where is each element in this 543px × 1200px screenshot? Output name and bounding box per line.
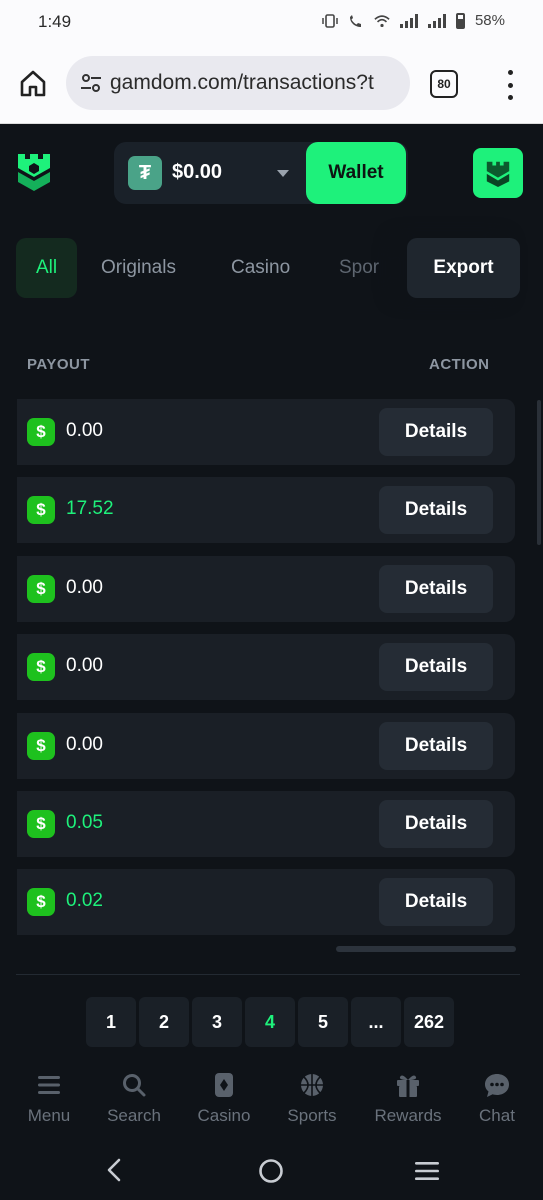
nav-label: Search: [107, 1106, 161, 1125]
address-bar[interactable]: gamdom.com/transactions?t: [66, 56, 410, 110]
page-ellipsis: ...: [351, 997, 401, 1047]
details-button[interactable]: Details: [379, 486, 493, 535]
payout-value: 0.05: [66, 811, 103, 833]
vertical-scrollbar[interactable]: [537, 400, 541, 545]
avatar-icon: [486, 161, 510, 187]
dollar-coin-icon: $: [27, 653, 55, 682]
browser-toolbar: gamdom.com/transactions?t 80: [0, 44, 543, 124]
payout-value: 0.02: [66, 890, 103, 912]
balance-selector[interactable]: ₮ $0.00 Wallet: [114, 142, 408, 204]
back-icon[interactable]: [104, 1158, 124, 1182]
tab-count: 80: [437, 77, 451, 91]
url-text: gamdom.com/transactions?t: [110, 71, 374, 94]
recent-apps-icon[interactable]: [414, 1160, 440, 1182]
nav-sports[interactable]: Sports: [267, 1060, 357, 1136]
gamdom-logo-icon[interactable]: [16, 152, 52, 192]
search-icon: [123, 1074, 146, 1097]
nav-label: Sports: [287, 1106, 337, 1125]
site-header: ₮ $0.00 Wallet: [0, 124, 543, 220]
page-button-1[interactable]: 1: [86, 997, 136, 1047]
profile-button[interactable]: [473, 148, 523, 198]
page-button-2[interactable]: 2: [139, 997, 189, 1047]
table-row: $ 0.00 Details: [17, 712, 515, 779]
nav-search[interactable]: Search: [89, 1060, 179, 1136]
transactions-list: $ 0.00 Details $ 17.52 Details $ 0.00 De…: [17, 399, 515, 948]
chat-icon: [485, 1074, 509, 1097]
divider: [16, 974, 520, 975]
nav-menu[interactable]: Menu: [4, 1060, 94, 1136]
table-row: $ 0.02 Details: [17, 869, 515, 936]
tab-originals[interactable]: Originals: [101, 238, 176, 298]
details-button[interactable]: Details: [379, 408, 493, 456]
wifi-icon: [374, 14, 390, 27]
table-row: $ 0.00 Details: [17, 399, 515, 465]
battery-icon: [455, 12, 465, 29]
bottom-navigation: Menu Search Casino Sports Rewards Chat: [0, 1060, 543, 1136]
page-button-3[interactable]: 3: [192, 997, 242, 1047]
more-options-icon[interactable]: [500, 70, 520, 100]
details-button[interactable]: Details: [379, 799, 493, 848]
details-button[interactable]: Details: [379, 721, 493, 770]
tab-all[interactable]: All: [16, 238, 77, 298]
wallet-button[interactable]: Wallet: [306, 142, 406, 204]
pagination: 1 2 3 4 5 ... 262: [86, 997, 454, 1047]
home-icon[interactable]: [18, 68, 48, 98]
signal-icon: [399, 13, 418, 28]
dollar-coin-icon: $: [27, 496, 55, 525]
tether-icon: ₮: [128, 156, 162, 190]
payout-column-header: PAYOUT: [27, 356, 91, 373]
nav-label: Chat: [479, 1106, 515, 1125]
signal-icon: [427, 13, 446, 28]
details-button[interactable]: Details: [379, 564, 493, 613]
page-button-5[interactable]: 5: [298, 997, 348, 1047]
table-row: $ 17.52 Details: [17, 477, 515, 544]
action-column-header: ACTION: [429, 356, 490, 373]
dollar-coin-icon: $: [27, 809, 55, 838]
status-time: 1:49: [38, 12, 72, 31]
dollar-coin-icon: $: [27, 574, 55, 603]
balance-amount: $0.00: [172, 161, 223, 183]
status-bar: 1:49 58%: [0, 0, 543, 44]
details-button[interactable]: Details: [379, 643, 493, 692]
payout-value: 0.00: [66, 420, 103, 441]
vibrate-icon: [322, 13, 338, 28]
casino-icon: [215, 1073, 233, 1097]
nav-label: Menu: [27, 1106, 71, 1125]
nav-chat[interactable]: Chat: [452, 1060, 542, 1136]
status-icons: 58%: [322, 12, 505, 29]
table-row: $ 0.00 Details: [17, 634, 515, 701]
site-settings-icon[interactable]: [80, 72, 102, 94]
page-button-last[interactable]: 262: [404, 997, 454, 1047]
tab-switcher-button[interactable]: 80: [430, 70, 458, 98]
sports-icon: [301, 1074, 323, 1096]
dollar-coin-icon: $: [27, 418, 55, 446]
nav-rewards[interactable]: Rewards: [363, 1060, 453, 1136]
wifi-call-icon: [349, 14, 361, 27]
transaction-filter-tabs: All Originals Casino Spor Export: [16, 238, 520, 298]
table-row: $ 0.05 Details: [17, 790, 515, 857]
table-row: $ 0.00 Details: [17, 555, 515, 622]
payout-value: 0.00: [66, 576, 103, 598]
payout-value: 0.00: [66, 655, 103, 677]
home-circle-icon[interactable]: [258, 1158, 284, 1184]
payout-value: 0.00: [66, 733, 103, 755]
battery-level: 58%: [474, 12, 505, 29]
payout-value: 17.52: [66, 498, 114, 520]
dollar-coin-icon: $: [27, 731, 55, 760]
chevron-down-icon[interactable]: [277, 170, 289, 177]
system-navigation-bar: [0, 1136, 543, 1200]
nav-label: Rewards: [374, 1106, 442, 1125]
dollar-coin-icon: $: [27, 888, 55, 917]
gift-icon: [397, 1075, 419, 1097]
details-button[interactable]: Details: [379, 878, 493, 927]
page-button-current[interactable]: 4: [245, 997, 295, 1047]
menu-icon: [38, 1076, 60, 1094]
nav-casino[interactable]: Casino: [179, 1060, 269, 1136]
export-button[interactable]: Export: [407, 238, 520, 298]
horizontal-scrollbar[interactable]: [336, 946, 516, 952]
tab-sports[interactable]: Spor: [339, 238, 379, 298]
tab-casino[interactable]: Casino: [231, 238, 290, 298]
nav-label: Casino: [197, 1106, 251, 1125]
